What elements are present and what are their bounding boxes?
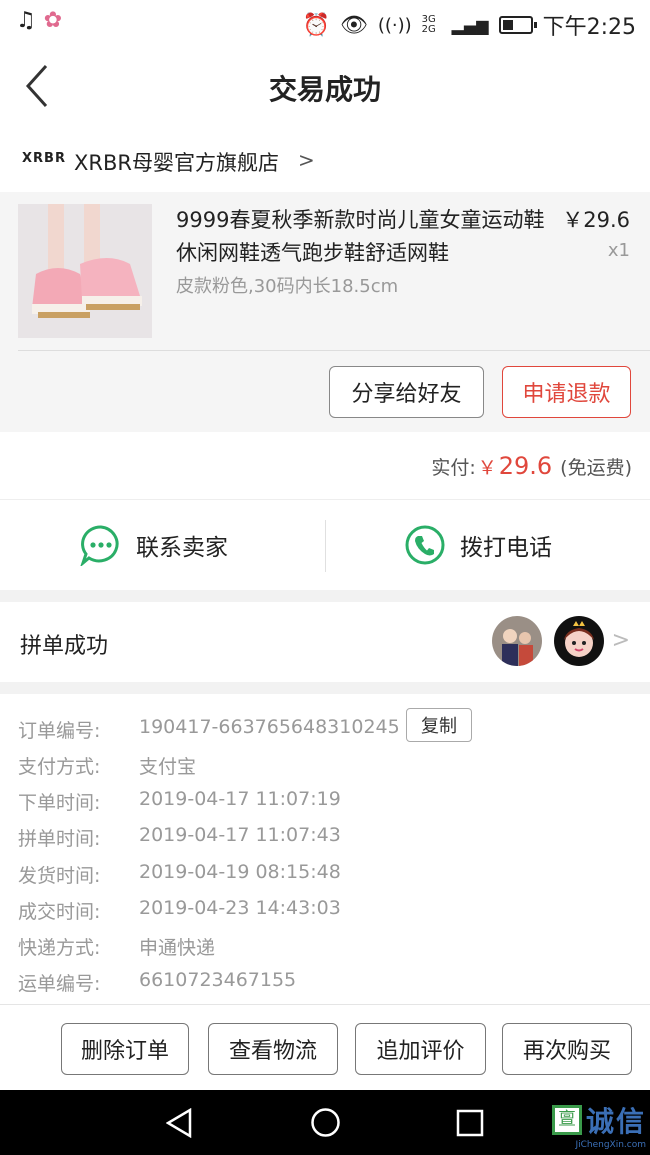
info-row: 运单编号: 6610723467155 (18, 969, 296, 996)
info-label: 运单编号: (18, 973, 101, 995)
avatar (492, 616, 542, 666)
info-row: 成交时间: 2019-04-23 14:43:03 (18, 897, 341, 924)
music-icon: ♫ (16, 8, 36, 33)
paid-currency: ￥ (477, 457, 497, 479)
product-card[interactable]: 9999春夏秋季新款时尚儿童女童运动鞋休闲网鞋透气跑步鞋舒适网鞋 皮款粉色,30… (0, 192, 650, 432)
nav-home-icon[interactable] (310, 1107, 341, 1138)
call-phone-button[interactable]: 拨打电话 (404, 522, 552, 568)
shop-row[interactable]: XRBR XRBR母婴官方旗舰店 > (0, 130, 650, 192)
info-value: 申通快递 (139, 937, 216, 959)
info-row: 拼单时间: 2019-04-17 11:07:43 (18, 824, 341, 851)
group-buy-row[interactable]: 拼单成功 > (0, 602, 650, 682)
alarm-icon: ⏰ (302, 12, 330, 38)
divider (325, 520, 326, 572)
buy-again-button[interactable]: 再次购买 (502, 1023, 632, 1075)
app-notification-icon: ✿ (43, 8, 63, 33)
shop-logo: XRBR (22, 151, 66, 166)
delete-order-button[interactable]: 删除订单 (61, 1023, 189, 1075)
info-value: 支付宝 (139, 756, 197, 778)
watermark: 亶 诚信 JiChengXin.com (551, 1100, 646, 1150)
contact-seller-button[interactable]: 联系卖家 (80, 522, 228, 568)
header: 交易成功 (0, 44, 650, 130)
refund-button[interactable]: 申请退款 (502, 366, 631, 418)
copy-button[interactable]: 复制 (406, 708, 472, 742)
page-title: 交易成功 (268, 73, 381, 106)
info-row: 快递方式: 申通快递 (18, 933, 215, 960)
info-label: 发货时间: (18, 865, 101, 887)
info-label: 下单时间: (18, 792, 101, 814)
contact-row: 联系卖家 拨打电话 (0, 500, 650, 590)
eye-icon: 👁 (339, 12, 368, 38)
watermark-text: 诚信 (585, 1105, 646, 1138)
signal-icon: ▂▄▆ (451, 15, 489, 35)
nav-recents-icon[interactable] (456, 1109, 484, 1137)
info-value: 2019-04-23 14:43:03 (139, 897, 341, 919)
info-label: 拼单时间: (18, 828, 101, 850)
wifi-icon: ((·)) (377, 14, 412, 36)
divider (18, 350, 650, 351)
info-label: 订单编号: (18, 720, 101, 742)
info-label: 成交时间: (18, 901, 101, 923)
info-row: 下单时间: 2019-04-17 11:07:19 (18, 788, 341, 815)
watermark-subtext: JiChengXin.com (575, 1140, 646, 1150)
info-value: 2019-04-17 11:07:43 (139, 824, 341, 846)
info-label: 快递方式: (18, 937, 101, 959)
status-bar: ♫ ✿ ⏰ 👁 ((·)) 3G 2G ▂▄▆ 下午2:25 (0, 0, 650, 44)
share-button[interactable]: 分享给好友 (329, 366, 484, 418)
battery-icon (498, 16, 537, 34)
info-value: 2019-04-17 11:07:19 (139, 788, 341, 810)
phone-icon (405, 525, 445, 565)
avatar (554, 616, 604, 666)
group-status-label: 拼单成功 (20, 634, 109, 659)
network-type: 3G 2G (421, 14, 436, 35)
shop-name[interactable]: XRBR母婴官方旗舰店 (74, 147, 279, 177)
order-actions-bar: 删除订单 查看物流 追加评价 再次购买 (0, 1004, 650, 1090)
info-value: 2019-04-19 08:15:48 (139, 861, 341, 883)
clock: 下午2:25 (542, 15, 636, 40)
watermark-logo-icon: 亶 (551, 1105, 582, 1135)
paid-amount: 29.6 (498, 452, 553, 480)
product-image[interactable] (18, 204, 152, 338)
info-row: 发货时间: 2019-04-19 08:15:48 (18, 861, 341, 888)
paid-label: 实付: (431, 457, 476, 479)
chat-icon (80, 525, 119, 566)
tracking-number: 6610723467155 (139, 969, 297, 991)
nav-back-icon[interactable] (166, 1108, 194, 1138)
add-review-button[interactable]: 追加评价 (355, 1023, 486, 1075)
chevron-right-icon: > (298, 148, 315, 172)
order-number: 190417-663765648310245 (139, 716, 400, 738)
order-number-row: 订单编号: 190417-663765648310245 (18, 716, 400, 743)
payment-summary: 实付: ￥ 29.6 (免运费) (0, 432, 650, 500)
info-row: 支付方式: 支付宝 (18, 752, 196, 779)
order-info: 订单编号: 190417-663765648310245 复制 支付方式: 支付… (0, 694, 650, 1004)
view-logistics-button[interactable]: 查看物流 (208, 1023, 338, 1075)
shipping-note: (免运费) (560, 457, 632, 479)
product-price: ￥29.6 (562, 208, 630, 232)
product-spec: 皮款粉色,30码内长18.5cm (176, 276, 399, 297)
call-phone-label: 拨打电话 (460, 535, 552, 561)
chevron-right-icon: > (611, 628, 630, 653)
product-quantity: x1 (607, 240, 630, 261)
product-title[interactable]: 9999春夏秋季新款时尚儿童女童运动鞋休闲网鞋透气跑步鞋舒适网鞋 (176, 204, 548, 270)
info-label: 支付方式: (18, 756, 101, 778)
contact-seller-label: 联系卖家 (136, 535, 228, 561)
